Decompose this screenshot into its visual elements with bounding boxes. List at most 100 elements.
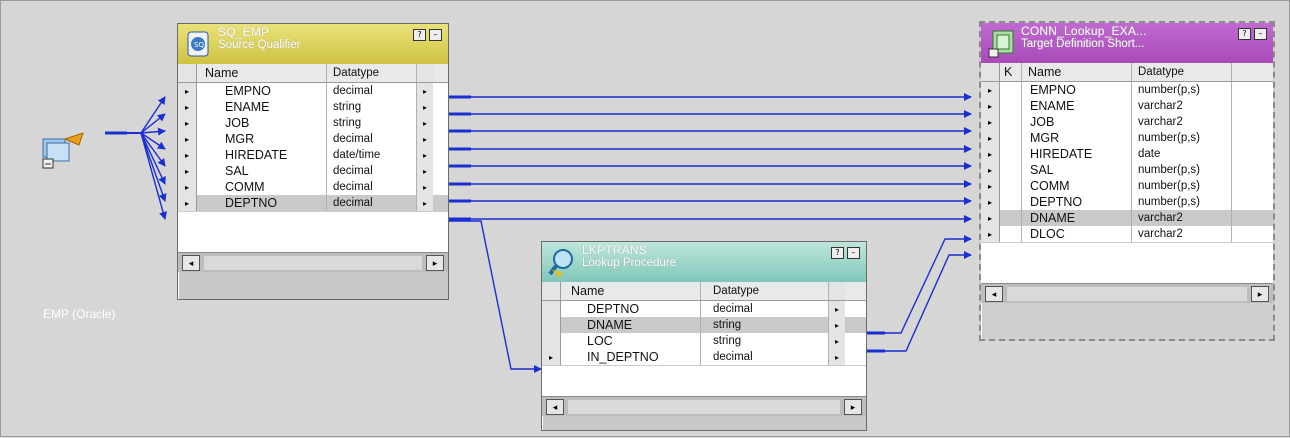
source-qualifier-node[interactable]: SQ SQ_EMP Source Qualifier ? – Name Data… xyxy=(177,23,449,300)
input-port[interactable]: ▸ xyxy=(542,349,561,365)
table-row[interactable]: ▸ SAL decimal ▸ xyxy=(178,163,448,179)
table-row[interactable]: ▸ DEPTNO decimal ▸ xyxy=(178,195,448,211)
input-port[interactable]: ▸ xyxy=(178,147,197,163)
table-header: Name Datatype xyxy=(542,282,866,301)
lookup-horizontal-scrollbar[interactable]: ◂ ▸ xyxy=(542,396,866,416)
scroll-left-icon[interactable]: ◂ xyxy=(985,285,1003,302)
table-row[interactable]: ▸ SAL number(p,s) xyxy=(981,162,1273,178)
input-port[interactable]: ▸ xyxy=(981,194,1000,210)
lookup-help-button[interactable]: ? xyxy=(831,247,844,259)
target-subtitle: Target Definition Short... xyxy=(1021,38,1145,50)
port-datatype: decimal xyxy=(327,163,417,179)
table-row[interactable]: ▸ IN_DEPTNO decimal ▸ xyxy=(542,349,866,365)
table-row[interactable]: ▸ HIREDATE date/time ▸ xyxy=(178,147,448,163)
port-datatype: varchar2 xyxy=(1132,114,1232,130)
input-port[interactable]: ▸ xyxy=(981,98,1000,114)
output-port[interactable]: ▸ xyxy=(829,301,845,317)
output-port[interactable]: ▸ xyxy=(417,147,433,163)
svg-text:SQ: SQ xyxy=(194,41,204,49)
lookup-node[interactable]: LKPTRANS Lookup Procedure ? – Name Datat… xyxy=(541,241,867,431)
output-port[interactable]: ▸ xyxy=(417,99,433,115)
output-port[interactable]: ▸ xyxy=(417,163,433,179)
input-port[interactable]: ▸ xyxy=(178,163,197,179)
output-port[interactable]: ▸ xyxy=(417,83,433,99)
input-port[interactable]: ▸ xyxy=(981,82,1000,98)
target-title: CONN_Lookup_EXA... xyxy=(1021,24,1147,38)
table-row[interactable]: ▸ HIREDATE date xyxy=(981,146,1273,162)
lookup-minimize-button[interactable]: – xyxy=(847,247,860,259)
input-port[interactable]: ▸ xyxy=(178,195,197,211)
target-minimize-button[interactable]: – xyxy=(1254,28,1267,40)
sq-horizontal-scrollbar[interactable]: ◂ ▸ xyxy=(178,252,448,272)
sq-header[interactable]: SQ SQ_EMP Source Qualifier ? – xyxy=(178,24,448,64)
input-port[interactable]: ▸ xyxy=(178,131,197,147)
port-name: DLOC xyxy=(1022,226,1132,242)
table-row[interactable]: DEPTNO decimal ▸ xyxy=(542,301,866,317)
table-row[interactable]: ▸ JOB varchar2 xyxy=(981,114,1273,130)
port-datatype: string xyxy=(327,99,417,115)
table-row[interactable]: ▸ EMPNO decimal ▸ xyxy=(178,83,448,99)
port-datatype: decimal xyxy=(327,195,417,211)
mapping-canvas[interactable]: EMP (Oracle) SQ SQ_EMP Source Qualifier … xyxy=(0,0,1290,437)
sq-help-button[interactable]: ? xyxy=(413,29,426,41)
source-node[interactable]: EMP (Oracle) xyxy=(29,131,149,321)
input-port[interactable]: ▸ xyxy=(178,115,197,131)
table-row[interactable]: ▸ DEPTNO number(p,s) xyxy=(981,194,1273,210)
input-port[interactable]: ▸ xyxy=(981,226,1000,242)
lookup-header[interactable]: LKPTRANS Lookup Procedure ? – xyxy=(542,242,866,282)
scroll-left-icon[interactable]: ◂ xyxy=(546,398,564,415)
table-row[interactable]: ▸ DLOC varchar2 xyxy=(981,226,1273,242)
scroll-right-icon[interactable]: ▸ xyxy=(844,398,862,415)
port-datatype: number(p,s) xyxy=(1132,178,1232,194)
table-row[interactable]: ▸ MGR number(p,s) xyxy=(981,130,1273,146)
input-port[interactable]: ▸ xyxy=(981,130,1000,146)
sq-minimize-button[interactable]: – xyxy=(429,29,442,41)
table-row[interactable]: DNAME string ▸ xyxy=(542,317,866,333)
input-port[interactable]: ▸ xyxy=(981,210,1000,226)
input-port[interactable]: ▸ xyxy=(981,178,1000,194)
scroll-left-icon[interactable]: ◂ xyxy=(182,254,200,271)
target-header[interactable]: CONN_Lookup_EXA... Target Definition Sho… xyxy=(981,23,1273,63)
port-datatype: string xyxy=(701,333,829,349)
output-port[interactable]: ▸ xyxy=(829,317,845,333)
table-row[interactable]: ▸ ENAME string ▸ xyxy=(178,99,448,115)
column-header-name: Name xyxy=(197,64,327,82)
port-datatype: decimal xyxy=(701,349,829,365)
table-row[interactable]: ▸ MGR decimal ▸ xyxy=(178,131,448,147)
port-datatype: number(p,s) xyxy=(1132,82,1232,98)
target-horizontal-scrollbar[interactable]: ◂ ▸ xyxy=(981,283,1273,303)
input-port[interactable]: ▸ xyxy=(981,146,1000,162)
table-row[interactable]: ▸ COMM decimal ▸ xyxy=(178,179,448,195)
input-port[interactable]: ▸ xyxy=(178,83,197,99)
output-port[interactable]: ▸ xyxy=(417,131,433,147)
port-name: DEPTNO xyxy=(1022,194,1132,210)
output-port[interactable]: ▸ xyxy=(417,195,433,211)
input-port[interactable]: ▸ xyxy=(981,114,1000,130)
table-row[interactable]: ▸ DNAME varchar2 xyxy=(981,210,1273,226)
target-definition-node[interactable]: CONN_Lookup_EXA... Target Definition Sho… xyxy=(979,21,1275,341)
input-port[interactable]: ▸ xyxy=(981,162,1000,178)
port-datatype: varchar2 xyxy=(1132,98,1232,114)
input-port[interactable]: ▸ xyxy=(178,179,197,195)
port-name: DNAME xyxy=(1022,210,1132,226)
output-port[interactable]: ▸ xyxy=(417,179,433,195)
table-row[interactable]: LOC string ▸ xyxy=(542,333,866,349)
port-datatype: decimal xyxy=(701,301,829,317)
lookup-icon xyxy=(548,246,578,278)
output-port[interactable]: ▸ xyxy=(829,333,845,349)
input-port[interactable]: ▸ xyxy=(178,99,197,115)
scroll-right-icon[interactable]: ▸ xyxy=(1251,285,1269,302)
source-table-icon[interactable] xyxy=(39,131,84,169)
table-row[interactable]: ▸ JOB string ▸ xyxy=(178,115,448,131)
port-name: JOB xyxy=(1022,114,1132,130)
target-port-table: K Name Datatype ▸ EMPNO number(p,s) ▸ ENAME… xyxy=(981,63,1273,283)
scroll-right-icon[interactable]: ▸ xyxy=(426,254,444,271)
lookup-subtitle: Lookup Procedure xyxy=(582,257,676,269)
output-port[interactable]: ▸ xyxy=(829,349,845,365)
output-port[interactable]: ▸ xyxy=(417,115,433,131)
table-row[interactable]: ▸ COMM number(p,s) xyxy=(981,178,1273,194)
target-help-button[interactable]: ? xyxy=(1238,28,1251,40)
port-datatype: decimal xyxy=(327,83,417,99)
table-row[interactable]: ▸ ENAME varchar2 xyxy=(981,98,1273,114)
table-row[interactable]: ▸ EMPNO number(p,s) xyxy=(981,82,1273,98)
